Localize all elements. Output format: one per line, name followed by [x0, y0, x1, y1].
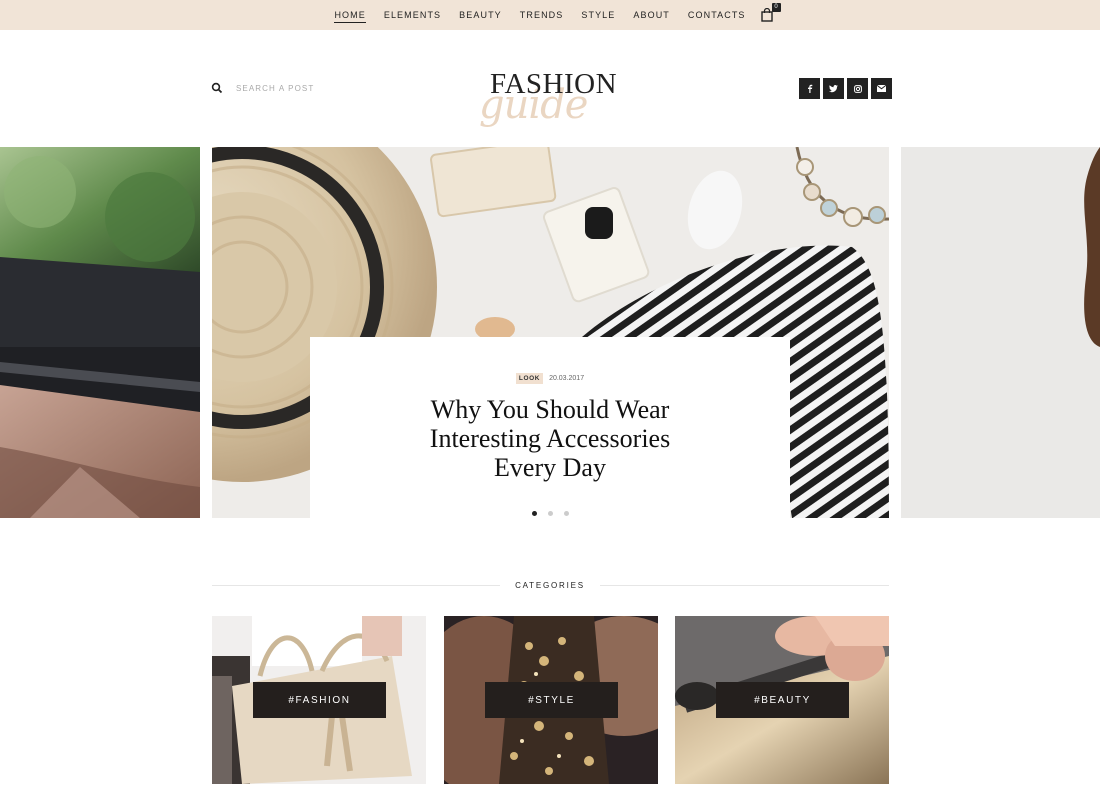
slide-caption-card: LOOK 20.03.2017 Why You Should Wear Inte…: [310, 337, 790, 518]
search-input[interactable]: [236, 80, 376, 96]
nav-item-style[interactable]: STYLE: [581, 8, 615, 22]
search-icon[interactable]: [211, 82, 223, 94]
facebook-icon: [807, 84, 812, 93]
main-nav: HOME ELEMENTS BEAUTY TRENDS STYLE ABOUT …: [0, 0, 1100, 30]
nav-item-about[interactable]: ABOUT: [633, 8, 670, 22]
category-card-style[interactable]: #STYLE: [444, 616, 658, 784]
twitter-icon: [829, 84, 838, 92]
category-card-beauty[interactable]: #BEAUTY: [675, 616, 889, 784]
slide-preview-right[interactable]: [901, 147, 1100, 518]
instagram-button[interactable]: [847, 78, 868, 99]
nav-item-trends[interactable]: TRENDS: [520, 8, 564, 22]
post-tag[interactable]: LOOK: [515, 373, 544, 384]
category-label: #STYLE: [485, 682, 618, 718]
nav-item-contacts[interactable]: CONTACTS: [688, 8, 746, 22]
divider-line: [600, 585, 889, 586]
twitter-button[interactable]: [823, 78, 844, 99]
nav-item-home[interactable]: HOME: [334, 8, 366, 23]
nav-item-elements[interactable]: ELEMENTS: [384, 8, 441, 22]
slide-preview-left[interactable]: [0, 147, 200, 518]
slider-pagination: [310, 511, 790, 516]
cart-button[interactable]: 0: [760, 3, 781, 22]
mail-button[interactable]: [871, 78, 892, 99]
model-portrait-image: [901, 147, 1100, 518]
category-label: #FASHION: [253, 682, 386, 718]
post-date: 20.03.2017: [549, 375, 585, 382]
post-meta: LOOK 20.03.2017: [310, 373, 790, 384]
cart-count-badge: 0: [771, 3, 781, 12]
divider-line: [212, 585, 500, 586]
category-card-fashion[interactable]: #FASHION: [212, 616, 426, 784]
category-label: #BEAUTY: [716, 682, 849, 718]
slide-headline[interactable]: Why You Should Wear Interesting Accessor…: [310, 395, 790, 482]
categories-heading: CATEGORIES: [515, 581, 585, 590]
nav-item-beauty[interactable]: BEAUTY: [459, 8, 502, 22]
shopping-bag-icon: [760, 8, 773, 22]
social-links: [799, 78, 892, 99]
slider-dot[interactable]: [531, 511, 537, 516]
slider-dot[interactable]: [547, 511, 553, 516]
facebook-button[interactable]: [799, 78, 820, 99]
car-window-image: [0, 147, 200, 518]
logo-main-text: FASHION: [490, 68, 618, 100]
mail-icon: [877, 85, 886, 92]
slider-dot[interactable]: [563, 511, 569, 516]
instagram-icon: [853, 84, 862, 93]
